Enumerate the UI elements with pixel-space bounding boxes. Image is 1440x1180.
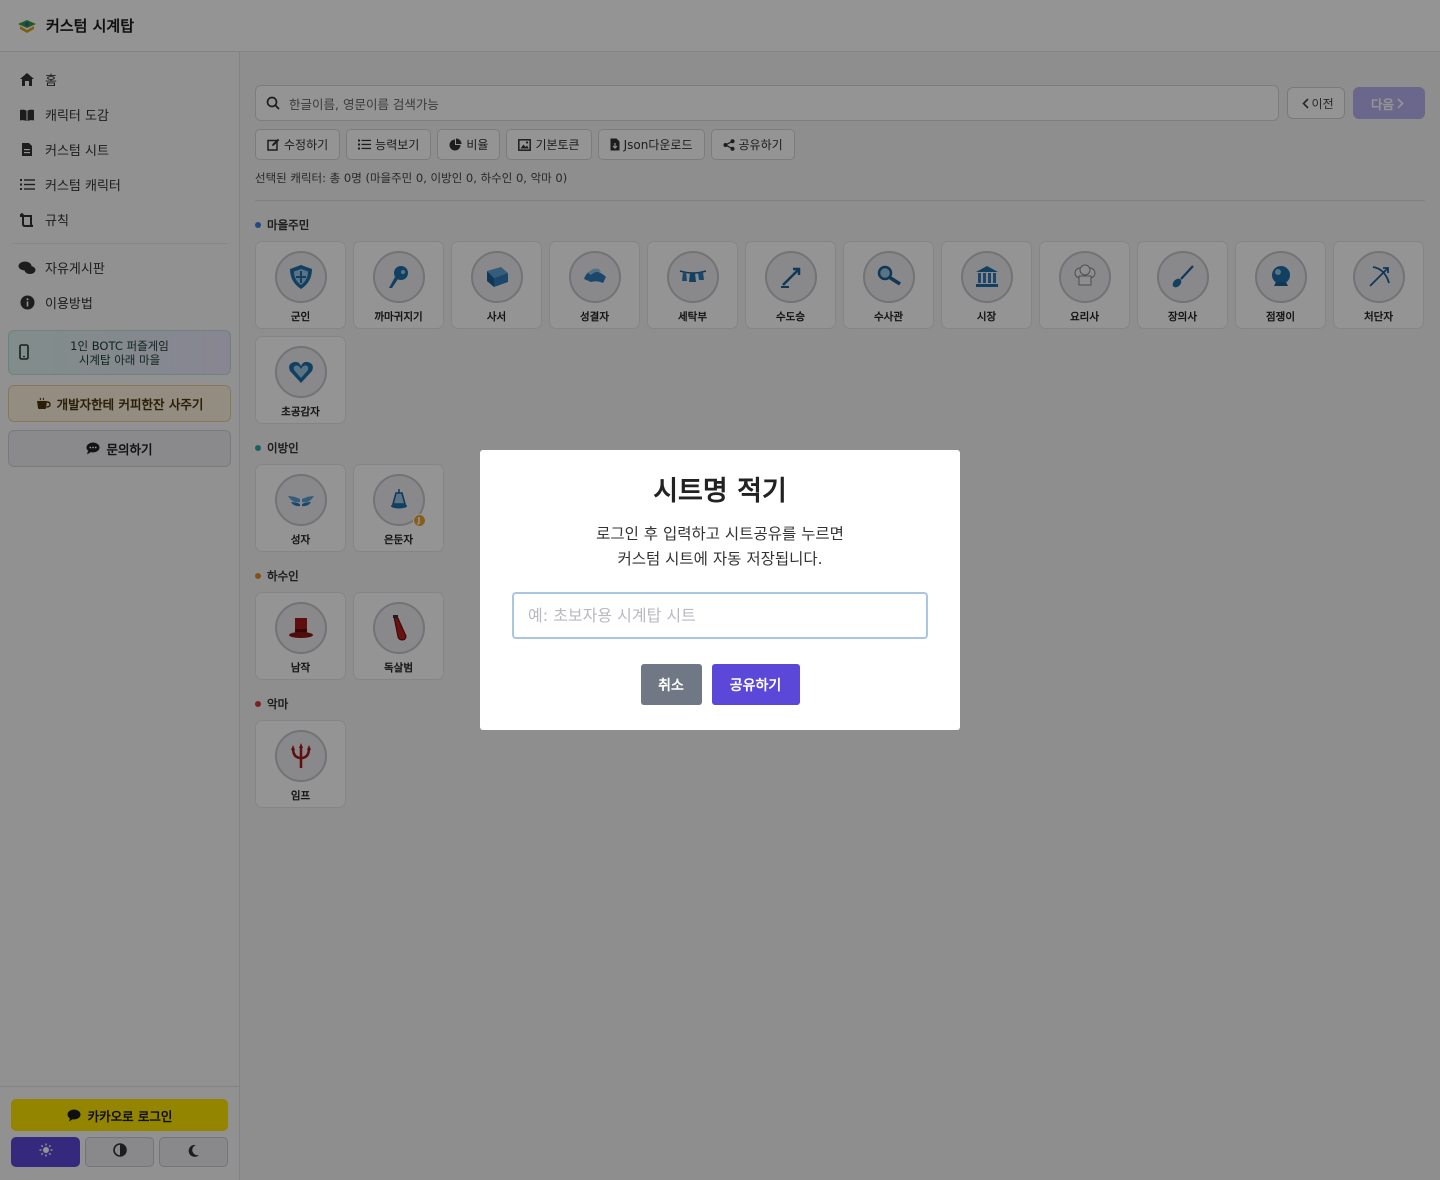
dialog-actions: 취소 공유하기: [480, 664, 960, 705]
sheet-name-dialog: 시트명 적기 로그인 후 입력하고 시트공유를 누르면 커스텀 시트에 자동 저…: [480, 450, 960, 730]
dialog-title: 시트명 적기: [653, 476, 787, 507]
dialog-message: 로그인 후 입력하고 시트공유를 누르면 커스텀 시트에 자동 저장됩니다.: [480, 522, 960, 572]
dialog-message-line-2: 커스텀 시트에 자동 저장됩니다.: [617, 550, 823, 568]
dialog-message-line-1: 로그인 후 입력하고 시트공유를 누르면: [596, 525, 844, 543]
cancel-button[interactable]: 취소: [640, 664, 702, 705]
share-confirm-button[interactable]: 공유하기: [711, 664, 800, 705]
sheet-name-input[interactable]: [512, 592, 928, 639]
